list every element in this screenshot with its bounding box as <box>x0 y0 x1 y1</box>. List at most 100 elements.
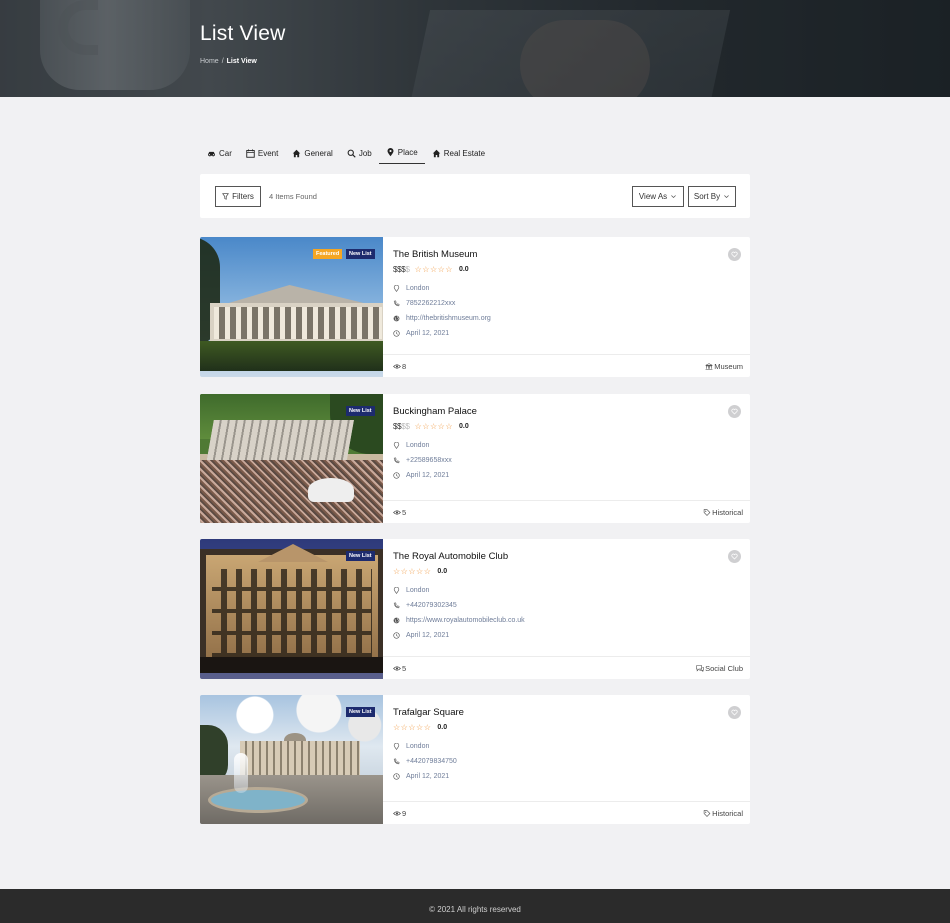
rating-row: $$$$ ☆☆☆☆☆ 0.0 <box>393 265 469 274</box>
listing-title[interactable]: Buckingham Palace <box>393 406 477 417</box>
home-icon <box>432 149 440 157</box>
phone-icon <box>393 758 400 765</box>
listing-footer: 9 Historical <box>383 801 750 824</box>
listing-footer: 5 Social Club <box>383 656 750 679</box>
tab-event[interactable]: Event <box>239 142 285 164</box>
tag-icon <box>703 509 711 516</box>
breadcrumb-separator: / <box>221 58 224 65</box>
category-label[interactable]: Social Club <box>696 664 743 673</box>
favorite-button[interactable] <box>728 405 741 418</box>
filters-button[interactable]: Filters <box>215 186 261 207</box>
listing-image[interactable]: Featured New List <box>200 237 383 377</box>
heart-icon <box>731 251 738 258</box>
location-row: London <box>393 285 429 292</box>
clock-icon <box>393 632 400 639</box>
heart-icon <box>731 553 738 560</box>
star-rating: ☆☆☆☆☆ <box>414 422 453 431</box>
website-row: http://thebritishmuseum.org <box>393 315 491 322</box>
results-toolbar: Filters 4 Items Found View As Sort By <box>200 174 750 218</box>
map-pin-icon <box>387 148 394 157</box>
new-list-badge: New List <box>346 551 375 561</box>
star-rating: ☆☆☆☆☆ <box>393 723 432 732</box>
breadcrumb: Home / List View <box>200 58 257 65</box>
calendar-icon <box>246 148 255 158</box>
phone-row: +22589658xxx <box>393 457 452 464</box>
star-rating: ☆☆☆☆☆ <box>414 265 453 274</box>
map-pin-icon <box>393 587 400 594</box>
new-list-badge: New List <box>346 249 375 259</box>
page-hero: List View Home / List View <box>0 0 950 97</box>
filter-icon <box>222 193 230 200</box>
map-pin-icon <box>393 285 400 292</box>
tab-real-estate[interactable]: Real Estate <box>425 142 492 164</box>
phone-row: +442079302345 <box>393 602 457 609</box>
phone-icon <box>393 602 400 609</box>
listing-card[interactable]: New List Trafalgar Square ☆☆☆☆☆ 0.0 Lond… <box>200 695 750 824</box>
page-footer: © 2021 All rights reserved <box>0 889 950 923</box>
chat-icon <box>696 665 704 672</box>
rating-score: 0.0 <box>458 423 469 430</box>
items-found-count: 4 Items Found <box>269 192 317 201</box>
listing-footer: 8 Museum <box>383 354 750 377</box>
tab-general[interactable]: General <box>285 142 339 164</box>
star-rating: ☆☆☆☆☆ <box>393 567 432 576</box>
listing-image[interactable]: New List <box>200 394 383 523</box>
listing-card[interactable]: New List Buckingham Palace $$$$ ☆☆☆☆☆ 0.… <box>200 394 750 523</box>
rating-score: 0.0 <box>458 266 469 273</box>
phone-row: +442079834750 <box>393 758 457 765</box>
eye-icon <box>393 510 401 515</box>
rating-row: ☆☆☆☆☆ 0.0 <box>393 567 447 576</box>
breadcrumb-current: List View <box>226 58 257 65</box>
favorite-button[interactable] <box>728 248 741 261</box>
breadcrumb-home[interactable]: Home <box>200 58 219 65</box>
listing-image[interactable]: New List <box>200 695 383 824</box>
home-icon <box>293 149 301 157</box>
location-row: London <box>393 442 429 449</box>
map-pin-icon <box>393 743 400 750</box>
date-row: April 12, 2021 <box>393 632 449 639</box>
date-row: April 12, 2021 <box>393 472 449 479</box>
rating-row: $$$$ ☆☆☆☆☆ 0.0 <box>393 422 469 431</box>
clock-icon <box>393 330 400 337</box>
listing-title[interactable]: Trafalgar Square <box>393 707 464 718</box>
eye-icon <box>393 666 401 671</box>
rating-score: 0.0 <box>437 724 448 731</box>
location-row: London <box>393 743 429 750</box>
eye-icon <box>393 364 401 369</box>
tab-car[interactable]: Car <box>200 142 239 164</box>
car-icon <box>208 151 215 156</box>
heart-icon <box>731 408 738 415</box>
listing-card[interactable]: Featured New List The British Museum $$$… <box>200 237 750 377</box>
heart-icon <box>731 709 738 716</box>
price-level: $$$$ <box>393 265 410 274</box>
price-level: $$$$ <box>393 422 410 431</box>
chevron-down-icon <box>724 195 729 199</box>
phone-icon <box>393 300 400 307</box>
eye-icon <box>393 811 401 816</box>
listing-card[interactable]: New List The Royal Automobile Club ☆☆☆☆☆… <box>200 539 750 679</box>
category-label[interactable]: Historical <box>703 508 743 517</box>
globe-icon <box>393 315 400 322</box>
phone-row: 7852262212xxx <box>393 300 455 307</box>
listing-title[interactable]: The British Museum <box>393 249 477 260</box>
favorite-button[interactable] <box>728 550 741 563</box>
view-as-dropdown[interactable]: View As <box>632 186 684 207</box>
globe-icon <box>393 617 400 624</box>
copyright-text: © 2021 All rights reserved <box>429 905 521 914</box>
tab-job[interactable]: Job <box>340 142 379 164</box>
map-pin-icon <box>393 442 400 449</box>
page-title: List View <box>200 22 286 45</box>
sort-by-dropdown[interactable]: Sort By <box>688 186 736 207</box>
rating-row: ☆☆☆☆☆ 0.0 <box>393 723 447 732</box>
tab-place[interactable]: Place <box>378 142 425 164</box>
favorite-button[interactable] <box>728 706 741 719</box>
listing-title[interactable]: The Royal Automobile Club <box>393 551 508 562</box>
category-label[interactable]: Museum <box>705 362 743 371</box>
category-tabs: Car Event General Job Place Real Estate <box>200 142 492 166</box>
chevron-down-icon <box>671 195 677 199</box>
view-count: 8 <box>393 362 406 371</box>
phone-icon <box>393 457 400 464</box>
listing-image[interactable]: New List <box>200 539 383 679</box>
featured-badge: Featured <box>313 249 343 259</box>
category-label[interactable]: Historical <box>703 809 743 818</box>
